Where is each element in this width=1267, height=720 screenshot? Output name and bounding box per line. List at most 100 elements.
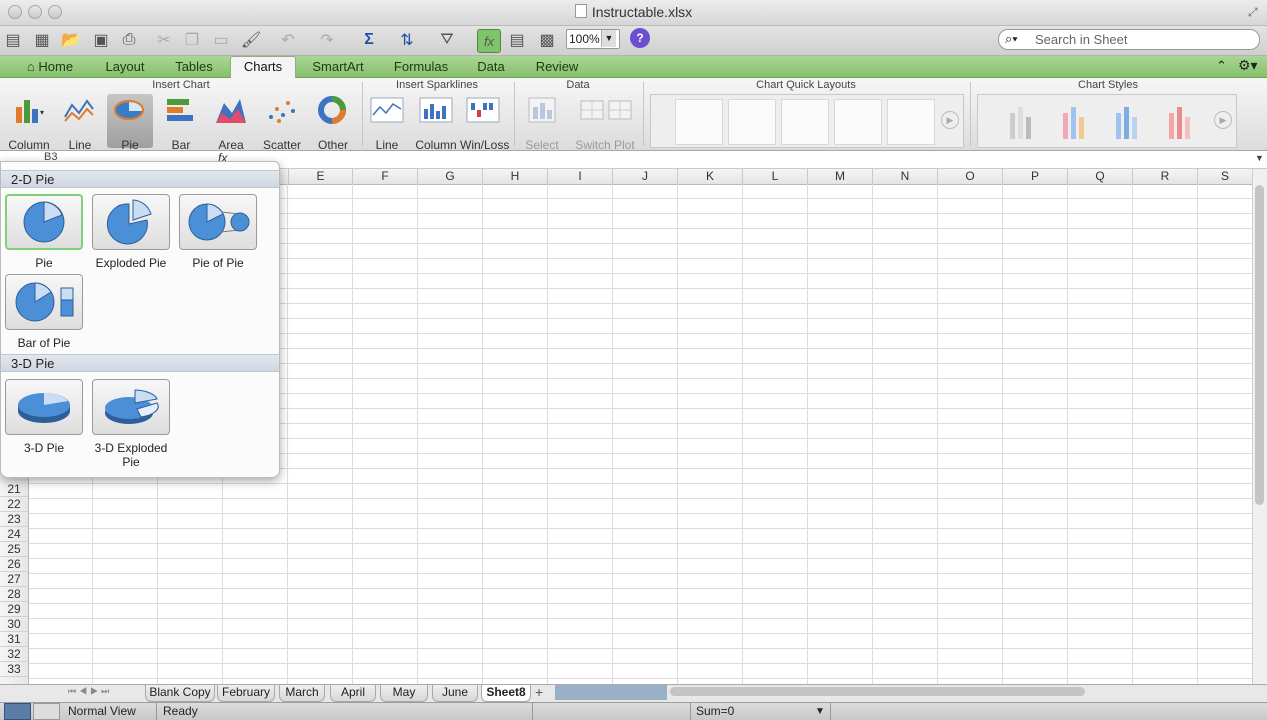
formula-builder-icon[interactable]: fx [477,29,501,53]
column-header[interactable]: F [353,169,418,184]
quick-layout-thumb[interactable] [728,99,776,145]
row-header[interactable]: 26 [0,557,28,572]
row-header[interactable]: 27 [0,572,28,587]
sheet-tab[interactable]: April [330,685,376,702]
search-field[interactable]: ⌕▾ Search in Sheet [998,29,1260,50]
zoom-dropdown-icon[interactable]: ▼ [601,30,616,47]
row-header[interactable]: 23 [0,512,28,527]
autosum-icon[interactable]: Σ [358,29,380,51]
sort-icon[interactable]: ⇅ [396,29,418,51]
new-icon[interactable]: ▤ [2,29,24,51]
templates-icon[interactable]: ▦ [31,29,53,51]
column-header[interactable]: Q [1068,169,1133,184]
tab-data[interactable]: Data [468,58,514,75]
chart-style-thumb[interactable] [1108,99,1154,143]
column-header[interactable]: J [613,169,678,184]
row-header[interactable]: 29 [0,602,28,617]
sheet-tab[interactable]: March [279,685,325,702]
column-header[interactable]: M [808,169,873,184]
format-painter-icon[interactable]: 🖌 [240,29,262,51]
collapse-ribbon-icon[interactable]: ⌃ [1216,58,1227,74]
column-header[interactable]: N [873,169,938,184]
sheet-tab[interactable]: June [432,685,478,702]
sum-dropdown-icon[interactable]: ▼ [815,704,825,719]
redo-icon[interactable]: ↷ [316,29,338,51]
other-chart-button[interactable]: Other [310,95,356,152]
column-header[interactable]: L [743,169,808,184]
normal-view-icon[interactable] [4,703,31,720]
quick-layouts-gallery[interactable]: ▶ [650,94,964,148]
row-header[interactable]: 24 [0,527,28,542]
pie-of-pie-option[interactable]: Pie of Pie [178,194,258,270]
area-chart-button[interactable]: Area [208,95,254,152]
chart-style-thumb[interactable] [1161,99,1207,143]
paste-icon[interactable]: ▭ [210,29,232,51]
row-header[interactable]: 32 [0,647,28,662]
select-data-button[interactable]: Select [519,95,565,152]
page-layout-view-icon[interactable] [33,703,60,720]
tab-layout[interactable]: Layout [96,58,154,75]
chart-styles-gallery[interactable]: ▶ [977,94,1237,148]
row-header[interactable]: 28 [0,587,28,602]
quick-layout-thumb[interactable] [834,99,882,145]
horizontal-scroll-thumb[interactable] [670,687,1085,696]
chart-style-thumb[interactable] [1002,99,1048,143]
quick-layout-thumb[interactable] [675,99,723,145]
save-icon[interactable]: ▣ [90,29,112,51]
sheet-tab-active[interactable]: Sheet8 [481,685,531,702]
column-chart-button[interactable]: ▾ Column [6,95,52,152]
row-header[interactable]: 22 [0,497,28,512]
sheet-nav-arrows-icon[interactable]: ⏮◀▶⏭ [68,686,112,697]
quick-layout-thumb[interactable] [887,99,935,145]
tab-home[interactable]: ⌂ Home [18,58,82,75]
bar-chart-button[interactable]: Bar [158,95,204,152]
tab-charts[interactable]: Charts [230,56,296,78]
next-arrow-icon[interactable]: ▶ [1214,111,1232,129]
sheet-tab[interactable]: May [380,685,428,702]
ribbon-settings-icon[interactable]: ⚙▾ [1238,57,1258,74]
column-header[interactable]: I [548,169,613,184]
row-header[interactable]: 21 [0,482,28,497]
fullscreen-icon[interactable]: ⤢ [1248,5,1258,20]
sum-display[interactable]: Sum=0 [696,704,734,719]
show-hide-icon[interactable]: ▤ [506,29,528,51]
3d-exploded-pie-option[interactable]: 3-D Exploded Pie [91,379,171,469]
column-header[interactable]: R [1133,169,1198,184]
sparkline-line-button[interactable]: Line [364,95,410,152]
row-header[interactable]: 31 [0,632,28,647]
tab-tables[interactable]: Tables [165,58,223,75]
scatter-chart-button[interactable]: Scatter [259,95,305,152]
column-header[interactable]: G [418,169,483,184]
bar-of-pie-option[interactable]: Bar of Pie [4,274,84,350]
column-header[interactable]: P [1003,169,1068,184]
quick-layout-thumb[interactable] [781,99,829,145]
add-sheet-button[interactable]: + [535,684,543,700]
print-icon[interactable]: ⎙ [118,29,140,51]
pie-chart-button[interactable]: Pie [107,95,153,152]
pie-option[interactable]: Pie [4,194,84,270]
tab-smartart[interactable]: SmartArt [303,58,373,75]
chart-style-thumb[interactable] [1055,99,1101,143]
3d-pie-option[interactable]: 3-D Pie [4,379,84,455]
vertical-scroll-thumb[interactable] [1255,185,1264,505]
gallery-icon[interactable]: ▩ [536,29,558,51]
undo-icon[interactable]: ↶ [277,29,299,51]
help-icon[interactable]: ? [630,28,650,48]
sparkline-column-button[interactable]: Column [413,95,459,152]
row-header[interactable]: 33 [0,662,28,677]
column-header[interactable]: E [289,169,353,184]
exploded-pie-option[interactable]: Exploded Pie [91,194,171,270]
expand-formula-icon[interactable]: ▼ [1255,153,1264,163]
cut-icon[interactable]: ✂ [153,29,175,51]
column-header[interactable]: O [938,169,1003,184]
column-header[interactable]: S [1198,169,1252,184]
sparkline-winloss-button[interactable]: Win/Loss [460,95,509,152]
column-header[interactable]: K [678,169,743,184]
tab-review[interactable]: Review [526,58,588,75]
copy-icon[interactable]: ❐ [181,29,203,51]
next-arrow-icon[interactable]: ▶ [941,111,959,129]
switch-plot-button[interactable]: Switch Plot [572,95,638,152]
row-header[interactable]: 25 [0,542,28,557]
tab-formulas[interactable]: Formulas [383,58,459,75]
row-header[interactable]: 30 [0,617,28,632]
